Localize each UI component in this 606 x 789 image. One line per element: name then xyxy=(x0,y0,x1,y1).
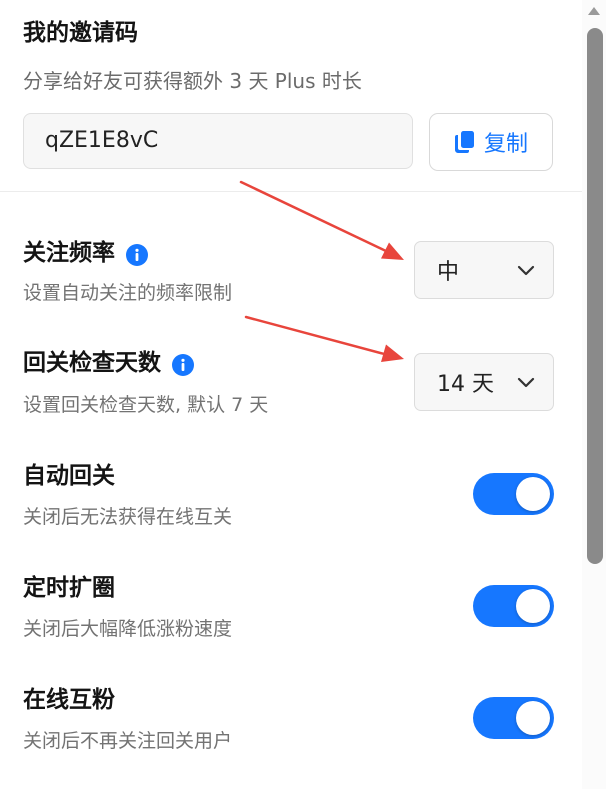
invite-code-subtitle: 分享给好友可获得额外 3 天 Plus 时长 xyxy=(23,69,362,93)
toggle-knob xyxy=(516,477,550,511)
check-days-desc: 设置回关检查天数, 默认 7 天 xyxy=(23,394,269,416)
online-mutual-toggle[interactable] xyxy=(473,697,554,739)
copy-button[interactable]: 复制 xyxy=(429,113,553,171)
scheduled-expand-toggle[interactable] xyxy=(473,585,554,627)
chevron-down-icon xyxy=(517,264,535,276)
chevron-down-icon xyxy=(517,376,535,388)
settings-panel: 我的邀请码 分享给好友可获得额外 3 天 Plus 时长 qZE1E8vC 复制… xyxy=(0,0,582,789)
scheduled-expand-title-text: 定时扩圈 xyxy=(23,575,115,601)
follow-rate-desc: 设置自动关注的频率限制 xyxy=(23,282,233,304)
online-mutual-title-text: 在线互粉 xyxy=(23,687,115,713)
auto-followback-title-text: 自动回关 xyxy=(23,463,115,489)
invite-code-field[interactable]: qZE1E8vC xyxy=(23,113,413,169)
auto-followback-toggle[interactable] xyxy=(473,473,554,515)
online-mutual-desc: 关闭后不再关注回关用户 xyxy=(23,730,233,752)
scheduled-expand-title: 定时扩圈 xyxy=(23,571,115,605)
invite-code-title: 我的邀请码 xyxy=(23,20,138,46)
auto-followback-title: 自动回关 xyxy=(23,459,115,493)
check-days-title-text: 回关检查天数 xyxy=(23,350,161,376)
copy-icon xyxy=(454,130,476,154)
follow-rate-select[interactable]: 中 xyxy=(414,241,554,299)
copy-button-label: 复制 xyxy=(483,132,528,157)
check-days-select[interactable]: 14 天 xyxy=(414,353,554,411)
check-days-value: 14 天 xyxy=(437,372,494,397)
section-divider xyxy=(0,191,582,192)
toggle-knob xyxy=(516,701,550,735)
follow-rate-value: 中 xyxy=(437,260,460,285)
auto-followback-desc: 关闭后无法获得在线互关 xyxy=(23,506,233,528)
scrollbar-thumb[interactable] xyxy=(587,28,603,564)
follow-rate-title-text: 关注频率 xyxy=(23,240,115,266)
info-icon[interactable] xyxy=(172,352,194,376)
scroll-up-arrow-icon[interactable] xyxy=(586,5,602,17)
scheduled-expand-desc: 关闭后大幅降低涨粉速度 xyxy=(23,618,233,640)
info-icon[interactable] xyxy=(126,242,148,266)
check-days-title: 回关检查天数 xyxy=(23,346,194,380)
toggle-knob xyxy=(516,589,550,623)
follow-rate-title: 关注频率 xyxy=(23,236,148,270)
online-mutual-title: 在线互粉 xyxy=(23,683,115,717)
settings-page: 我的邀请码 分享给好友可获得额外 3 天 Plus 时长 qZE1E8vC 复制… xyxy=(0,0,606,789)
